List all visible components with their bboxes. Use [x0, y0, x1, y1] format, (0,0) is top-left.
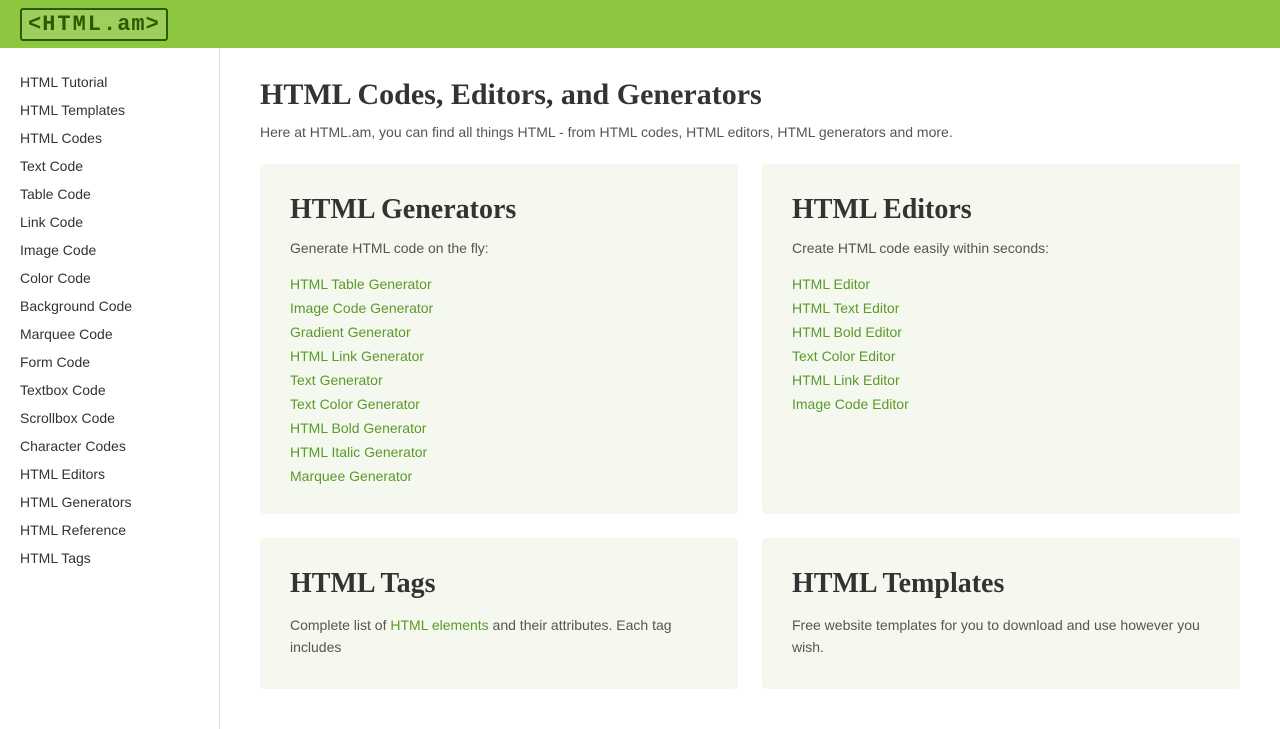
- sidebar-item-html-tutorial[interactable]: HTML Tutorial: [0, 68, 219, 96]
- templates-subtitle: Free website templates for you to downlo…: [792, 614, 1210, 659]
- editor-link-html-text-editor[interactable]: HTML Text Editor: [792, 300, 1210, 316]
- generator-link-marquee-generator[interactable]: Marquee Generator: [290, 468, 708, 484]
- generator-link-html-bold-generator[interactable]: HTML Bold Generator: [290, 420, 708, 436]
- sidebar-item-html-editors[interactable]: HTML Editors: [0, 460, 219, 488]
- generator-link-html-table-generator[interactable]: HTML Table Generator: [290, 276, 708, 292]
- sidebar-item-color-code[interactable]: Color Code: [0, 264, 219, 292]
- sidebar-item-scrollbox-code[interactable]: Scrollbox Code: [0, 404, 219, 432]
- tags-title: HTML Tags: [290, 568, 708, 600]
- sidebar-item-marquee-code[interactable]: Marquee Code: [0, 320, 219, 348]
- sidebar-item-form-code[interactable]: Form Code: [0, 348, 219, 376]
- editors-title: HTML Editors: [792, 194, 1210, 226]
- sidebar-item-html-generators[interactable]: HTML Generators: [0, 488, 219, 516]
- generator-link-text-color-generator[interactable]: Text Color Generator: [290, 396, 708, 412]
- sidebar-item-image-code[interactable]: Image Code: [0, 236, 219, 264]
- tags-section: HTML Tags Complete list of HTML elements…: [260, 538, 738, 689]
- generators-section: HTML Generators Generate HTML code on th…: [260, 164, 738, 514]
- tags-subtitle: Complete list of HTML elements and their…: [290, 614, 708, 659]
- bottom-sections-grid: HTML Tags Complete list of HTML elements…: [260, 538, 1240, 689]
- sidebar-item-textbox-code[interactable]: Textbox Code: [0, 376, 219, 404]
- sidebar-item-html-codes[interactable]: HTML Codes: [0, 124, 219, 152]
- generators-title: HTML Generators: [290, 194, 708, 226]
- generator-link-html-link-generator[interactable]: HTML Link Generator: [290, 348, 708, 364]
- generators-subtitle: Generate HTML code on the fly:: [290, 240, 708, 256]
- editor-link-html-bold-editor[interactable]: HTML Bold Editor: [792, 324, 1210, 340]
- editor-link-html-editor[interactable]: HTML Editor: [792, 276, 1210, 292]
- generator-link-image-code-generator[interactable]: Image Code Generator: [290, 300, 708, 316]
- logo-text: <HTML.am>: [28, 12, 160, 37]
- header: <HTML.am>: [0, 0, 1280, 48]
- sidebar-item-link-code[interactable]: Link Code: [0, 208, 219, 236]
- site-logo[interactable]: <HTML.am>: [20, 8, 168, 41]
- templates-title: HTML Templates: [792, 568, 1210, 600]
- sidebar-item-character-codes[interactable]: Character Codes: [0, 432, 219, 460]
- sidebar-item-html-tags[interactable]: HTML Tags: [0, 544, 219, 572]
- editors-links: HTML Editor HTML Text Editor HTML Bold Edi…: [792, 276, 1210, 412]
- sidebar: HTML TutorialHTML TemplatesHTML CodesTex…: [0, 48, 220, 729]
- generator-link-gradient-generator[interactable]: Gradient Generator: [290, 324, 708, 340]
- sidebar-item-text-code[interactable]: Text Code: [0, 152, 219, 180]
- sidebar-item-table-code[interactable]: Table Code: [0, 180, 219, 208]
- sidebar-item-background-code[interactable]: Background Code: [0, 292, 219, 320]
- tags-subtitle-text: Complete list of: [290, 617, 390, 633]
- main-content: HTML Codes, Editors, and Generators Here…: [220, 48, 1280, 729]
- layout: HTML TutorialHTML TemplatesHTML CodesTex…: [0, 48, 1280, 729]
- generator-link-html-italic-generator[interactable]: HTML Italic Generator: [290, 444, 708, 460]
- templates-section: HTML Templates Free website templates fo…: [762, 538, 1240, 689]
- generator-link-text-generator[interactable]: Text Generator: [290, 372, 708, 388]
- page-title: HTML Codes, Editors, and Generators: [260, 78, 1240, 112]
- editor-link-image-code-editor[interactable]: Image Code Editor: [792, 396, 1210, 412]
- sidebar-item-html-reference[interactable]: HTML Reference: [0, 516, 219, 544]
- editor-link-text-color-editor[interactable]: Text Color Editor: [792, 348, 1210, 364]
- sidebar-item-html-templates[interactable]: HTML Templates: [0, 96, 219, 124]
- editors-subtitle: Create HTML code easily within seconds:: [792, 240, 1210, 256]
- generators-links: HTML Table Generator Image Code Generator…: [290, 276, 708, 484]
- page-subtitle: Here at HTML.am, you can find all things…: [260, 124, 1240, 140]
- editors-section: HTML Editors Create HTML code easily wit…: [762, 164, 1240, 514]
- top-sections-grid: HTML Generators Generate HTML code on th…: [260, 164, 1240, 514]
- html-elements-link[interactable]: HTML elements: [390, 617, 488, 633]
- editor-link-html-link-editor[interactable]: HTML Link Editor: [792, 372, 1210, 388]
